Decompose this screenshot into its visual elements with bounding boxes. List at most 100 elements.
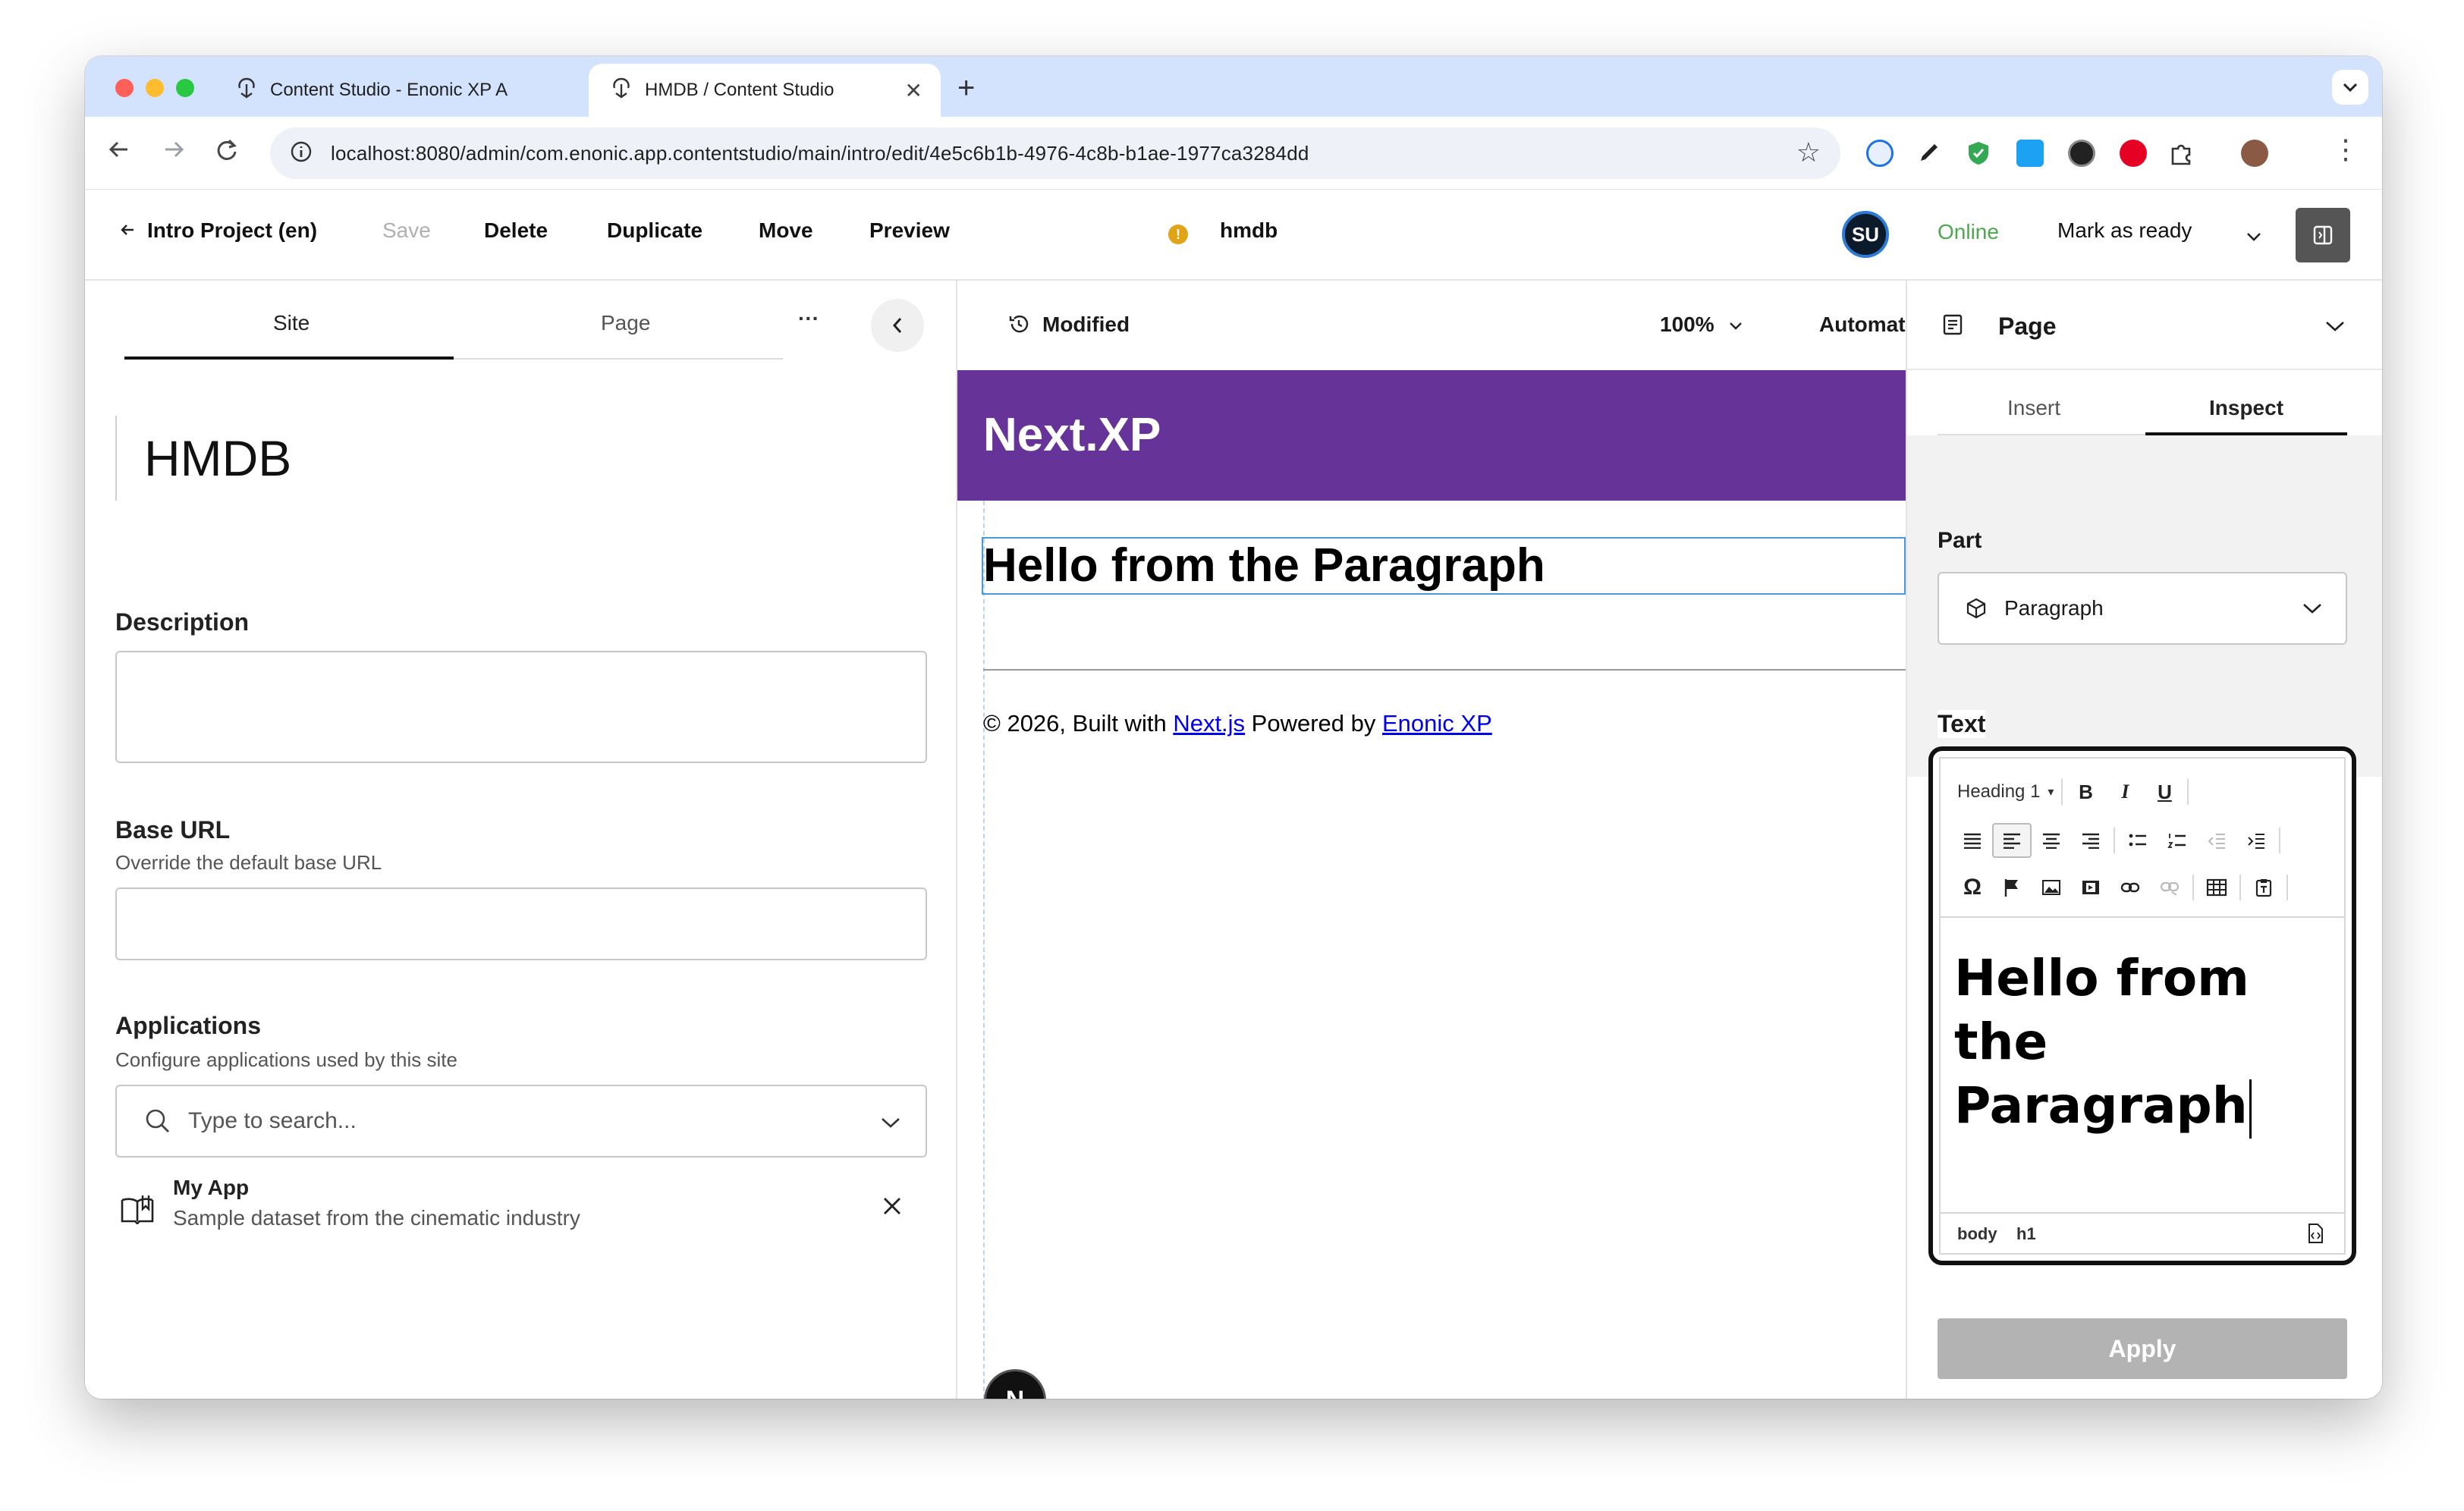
move-button[interactable]: Move bbox=[759, 218, 813, 243]
warning-icon: ! bbox=[1168, 225, 1188, 244]
extensions-puzzle-icon[interactable] bbox=[2168, 140, 2195, 167]
save-button[interactable]: Save bbox=[382, 218, 431, 243]
cube-icon bbox=[1966, 598, 1986, 619]
enonic-logo-icon bbox=[610, 77, 633, 105]
tab-search-button[interactable] bbox=[2332, 70, 2368, 105]
zoom-select[interactable]: 100% bbox=[1660, 313, 1714, 337]
close-window-button[interactable] bbox=[115, 79, 134, 97]
workflow-menu-chevron-icon[interactable] bbox=[2246, 223, 2262, 247]
more-menu-icon[interactable]: ⋮ bbox=[2332, 134, 2359, 165]
forward-icon[interactable] bbox=[161, 137, 187, 169]
close-tab-icon[interactable]: ✕ bbox=[905, 78, 922, 103]
extension-icon[interactable] bbox=[1866, 140, 1894, 167]
pinterest-extension-icon[interactable] bbox=[2120, 140, 2147, 167]
enonic-xp-link[interactable]: Enonic XP bbox=[1382, 710, 1492, 737]
context-panel-header[interactable]: Page bbox=[1907, 281, 2382, 370]
base-url-input[interactable] bbox=[115, 887, 927, 960]
user-avatar[interactable]: SU bbox=[1842, 211, 1889, 258]
bookmark-star-icon[interactable]: ☆ bbox=[1796, 137, 1821, 168]
anchor-flag-icon[interactable] bbox=[1992, 870, 2032, 905]
indent-icon[interactable] bbox=[2236, 823, 2276, 858]
more-options-button[interactable]: ··· bbox=[798, 306, 819, 331]
numbered-list-icon[interactable] bbox=[2158, 823, 2197, 858]
toolbar-separator bbox=[2286, 875, 2288, 900]
preview-button[interactable]: Preview bbox=[869, 218, 950, 243]
editor-content-area[interactable]: Hello from the Paragraph bbox=[1954, 947, 2334, 1139]
mark-as-ready-button[interactable]: Mark as ready bbox=[2057, 218, 2192, 243]
browser-tab-hmdb[interactable]: HMDB / Content Studio ✕ bbox=[589, 64, 941, 117]
editor-toolbar-row: Ω bbox=[1953, 869, 2291, 906]
browser-window: Content Studio - Enonic XP A ✕ HMDB / Co… bbox=[85, 56, 2382, 1399]
site-display-name[interactable]: HMDB bbox=[115, 416, 291, 501]
nextjs-dev-badge[interactable]: N bbox=[986, 1371, 1044, 1399]
italic-button[interactable]: I bbox=[2105, 774, 2145, 809]
address-bar[interactable]: localhost:8080/admin/com.enonic.app.cont… bbox=[270, 127, 1840, 179]
extension-icon[interactable] bbox=[2016, 140, 2044, 167]
align-right-icon[interactable] bbox=[2071, 823, 2110, 858]
remove-application-icon[interactable] bbox=[882, 1195, 903, 1217]
element-path-body[interactable]: body bbox=[1957, 1224, 1997, 1244]
site-info-icon[interactable] bbox=[290, 140, 313, 167]
eyedropper-extension-icon[interactable] bbox=[1915, 140, 1942, 167]
site-logo[interactable]: Next.XP bbox=[983, 408, 1161, 462]
profile-avatar[interactable] bbox=[2241, 140, 2268, 167]
outdent-icon[interactable] bbox=[2197, 823, 2236, 858]
reload-icon[interactable] bbox=[214, 137, 240, 169]
modified-status[interactable]: Modified bbox=[1042, 313, 1130, 337]
tab-insert[interactable]: Insert bbox=[2007, 396, 2060, 420]
bold-button[interactable]: B bbox=[2066, 774, 2105, 809]
format-select[interactable]: Heading 1 ▾ bbox=[1953, 774, 2058, 809]
new-tab-button[interactable]: + bbox=[957, 71, 975, 105]
history-icon bbox=[1007, 313, 1030, 339]
back-icon[interactable] bbox=[106, 137, 132, 169]
source-code-icon[interactable] bbox=[2306, 1223, 2324, 1244]
base-url-help: Override the default base URL bbox=[115, 851, 382, 874]
content-studio-toolbar: Intro Project (en) Save Delete Duplicate… bbox=[85, 190, 2382, 281]
applications-search-input[interactable]: Type to search... bbox=[115, 1085, 927, 1158]
region-guide bbox=[983, 501, 985, 1399]
tab-site[interactable]: Site bbox=[273, 311, 310, 335]
align-justify-icon[interactable] bbox=[1953, 823, 1992, 858]
footer-middle: Powered by bbox=[1245, 710, 1382, 737]
align-center-icon[interactable] bbox=[2032, 823, 2071, 858]
minimize-window-button[interactable] bbox=[146, 79, 164, 97]
unlink-icon[interactable] bbox=[2150, 870, 2189, 905]
video-icon[interactable] bbox=[2071, 870, 2110, 905]
table-icon[interactable] bbox=[2197, 870, 2236, 905]
maximize-window-button[interactable] bbox=[176, 79, 194, 97]
link-icon[interactable] bbox=[2110, 870, 2150, 905]
align-left-icon[interactable] bbox=[1992, 823, 2032, 858]
url-text: localhost:8080/admin/com.enonic.app.cont… bbox=[331, 141, 1309, 165]
bullet-list-icon[interactable] bbox=[2118, 823, 2158, 858]
rich-text-editor-frame: Heading 1 ▾ B I U Ω Hello from the Parag… bbox=[1928, 746, 2356, 1265]
tab-inspect[interactable]: Inspect bbox=[2209, 396, 2283, 420]
shield-extension-icon[interactable] bbox=[1965, 140, 1992, 167]
delete-button[interactable]: Delete bbox=[484, 218, 548, 243]
chevron-down-icon[interactable] bbox=[2302, 602, 2323, 614]
paragraph-component[interactable]: Hello from the Paragraph bbox=[983, 539, 1545, 593]
special-char-icon[interactable]: Ω bbox=[1953, 870, 1992, 905]
element-path-h1[interactable]: h1 bbox=[2016, 1224, 2036, 1244]
enonic-logo-icon bbox=[235, 77, 258, 105]
chevron-down-icon[interactable] bbox=[2324, 320, 2346, 332]
toolbar-separator bbox=[2061, 779, 2063, 805]
description-textarea[interactable] bbox=[115, 651, 927, 763]
extension-icon[interactable] bbox=[2068, 140, 2095, 167]
chevron-down-icon[interactable] bbox=[1728, 322, 1743, 331]
image-icon[interactable] bbox=[2032, 870, 2071, 905]
tab-page[interactable]: Page bbox=[601, 311, 650, 335]
collapse-panel-button[interactable] bbox=[871, 299, 924, 352]
nextjs-link[interactable]: Next.js bbox=[1173, 710, 1245, 737]
chevron-down-icon[interactable] bbox=[880, 1117, 901, 1129]
toolbar-separator bbox=[2187, 779, 2189, 805]
back-to-project-button[interactable]: Intro Project (en) bbox=[118, 218, 317, 243]
context-panel-title: Page bbox=[1998, 313, 2057, 340]
apply-button[interactable]: Apply bbox=[1938, 1318, 2347, 1379]
toolbar-separator bbox=[2192, 875, 2194, 900]
underline-button[interactable]: U bbox=[2145, 774, 2184, 809]
part-descriptor-select[interactable]: Paragraph bbox=[1938, 572, 2347, 645]
description-label: Description bbox=[115, 608, 250, 636]
toggle-panel-button[interactable] bbox=[2296, 208, 2350, 262]
duplicate-button[interactable]: Duplicate bbox=[607, 218, 702, 243]
paste-text-icon[interactable] bbox=[2244, 870, 2283, 905]
